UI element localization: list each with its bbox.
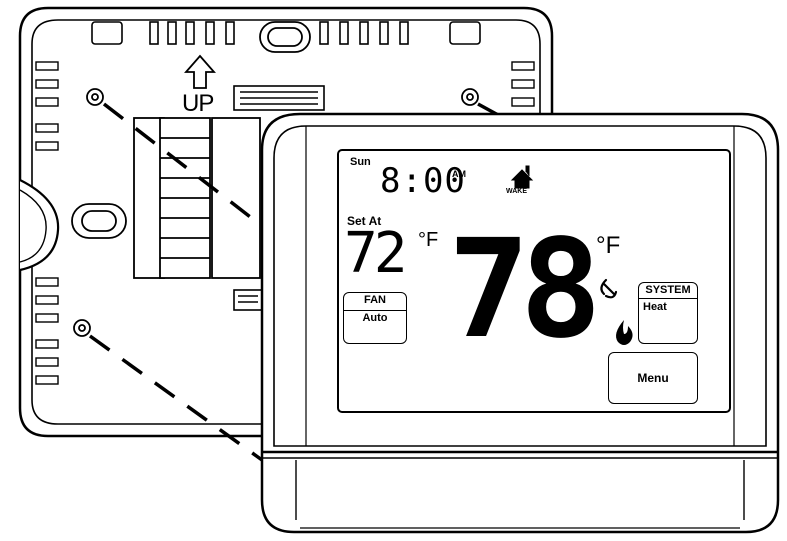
system-mode-button[interactable]: SYSTEM Heat xyxy=(638,282,698,344)
setpoint-unit: °F xyxy=(418,229,439,251)
fan-value: Auto xyxy=(362,312,388,324)
setpoint-value: 72 xyxy=(344,221,407,286)
up-label: UP xyxy=(182,90,214,117)
day-label: Sun xyxy=(350,156,371,168)
system-value: Heat xyxy=(643,301,667,313)
period-label: WAKE xyxy=(506,188,527,195)
fan-mode-button[interactable]: FAN Auto xyxy=(343,292,407,344)
system-title: SYSTEM xyxy=(645,284,691,296)
current-temperature: 78 xyxy=(448,211,602,369)
menu-button[interactable]: Menu xyxy=(608,352,698,404)
ampm-indicator: AM xyxy=(452,169,466,179)
current-temp-unit: °F xyxy=(596,232,621,259)
fan-title: FAN xyxy=(364,294,386,306)
menu-label: Menu xyxy=(637,371,669,385)
